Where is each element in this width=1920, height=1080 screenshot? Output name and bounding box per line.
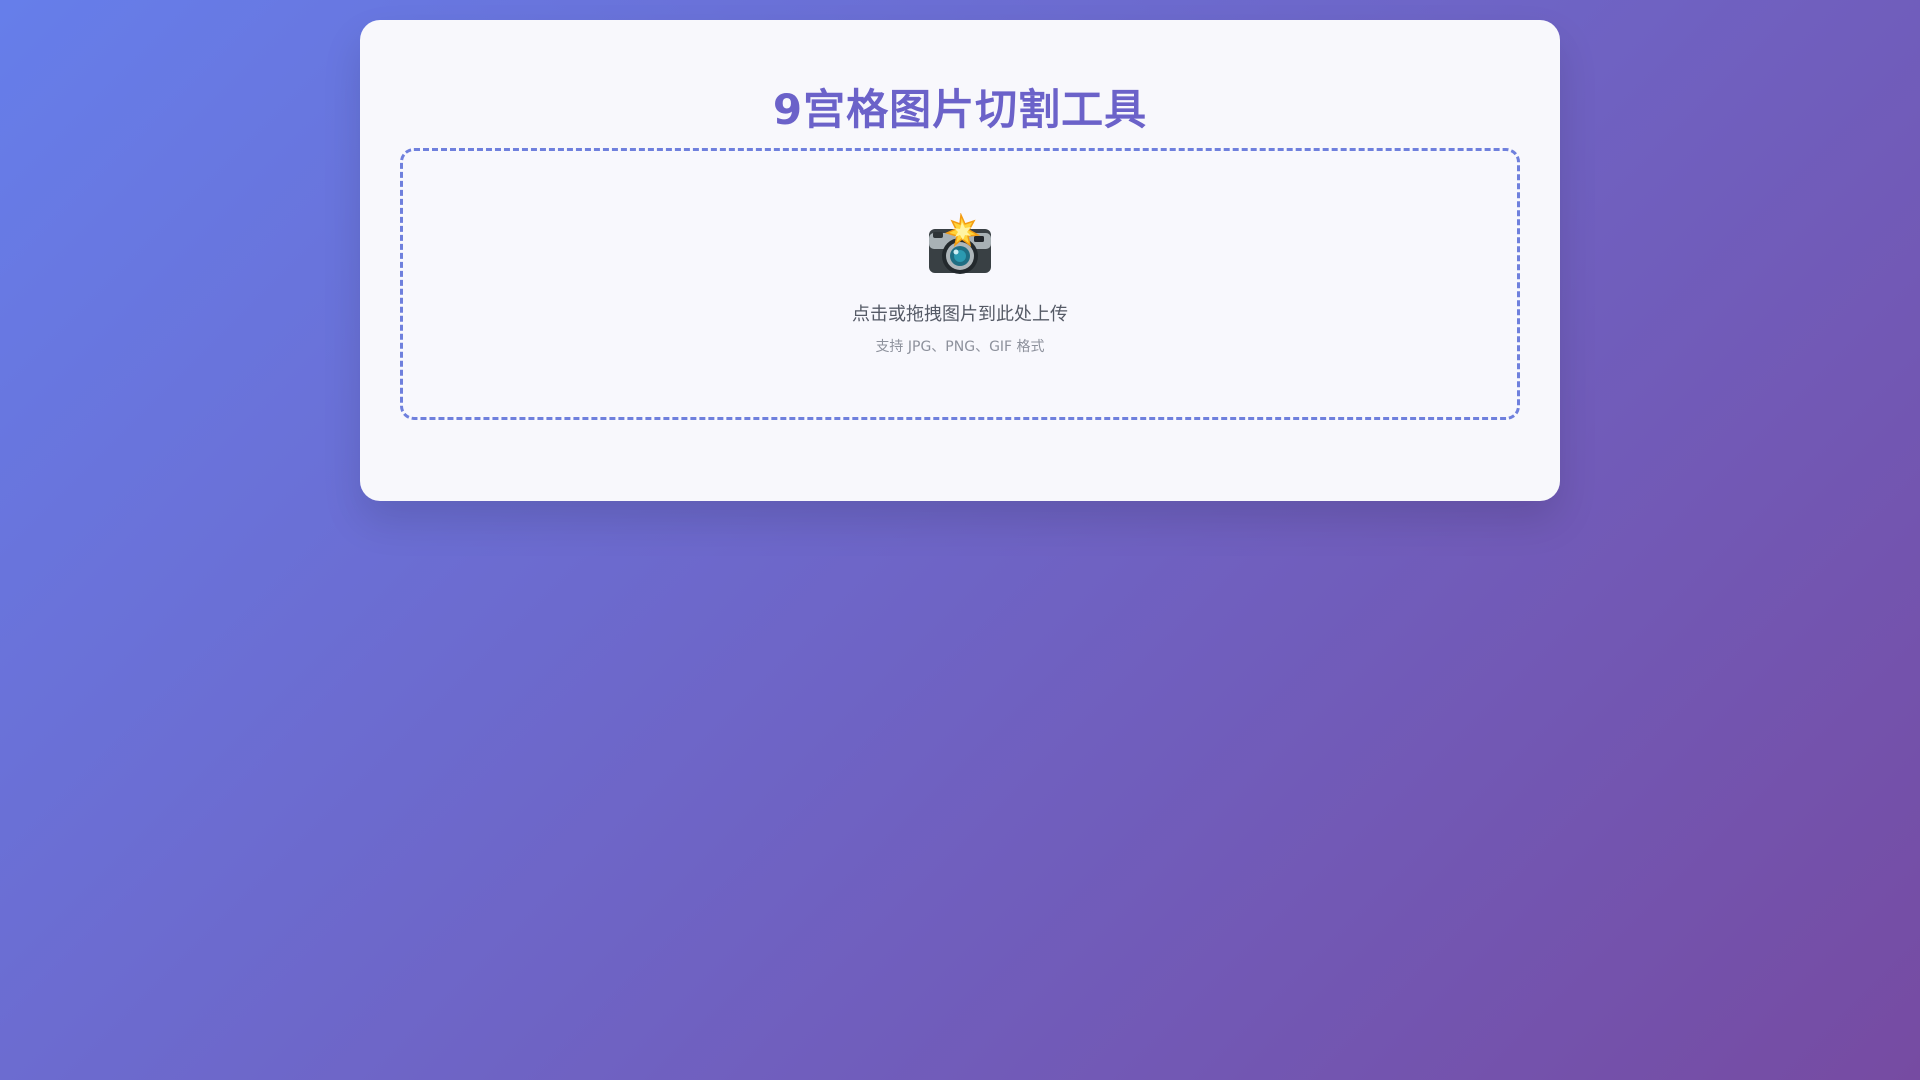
upload-format-hint: 支持 JPG、PNG、GIF 格式 — [875, 339, 1045, 355]
camera-flash-icon — [403, 213, 1517, 283]
image-upload-dropzone[interactable]: 点击或拖拽图片到此处上传 支持 JPG、PNG、GIF 格式 — [400, 148, 1520, 420]
tool-card: 9宫格图片切割工具 点击或拖拽图片到此处上传 支持 JPG、PNG、GIF 格式 — [360, 20, 1560, 501]
page-title: 9宫格图片切割工具 — [772, 85, 1148, 134]
upload-prompt: 点击或拖拽图片到此处上传 — [852, 304, 1068, 325]
